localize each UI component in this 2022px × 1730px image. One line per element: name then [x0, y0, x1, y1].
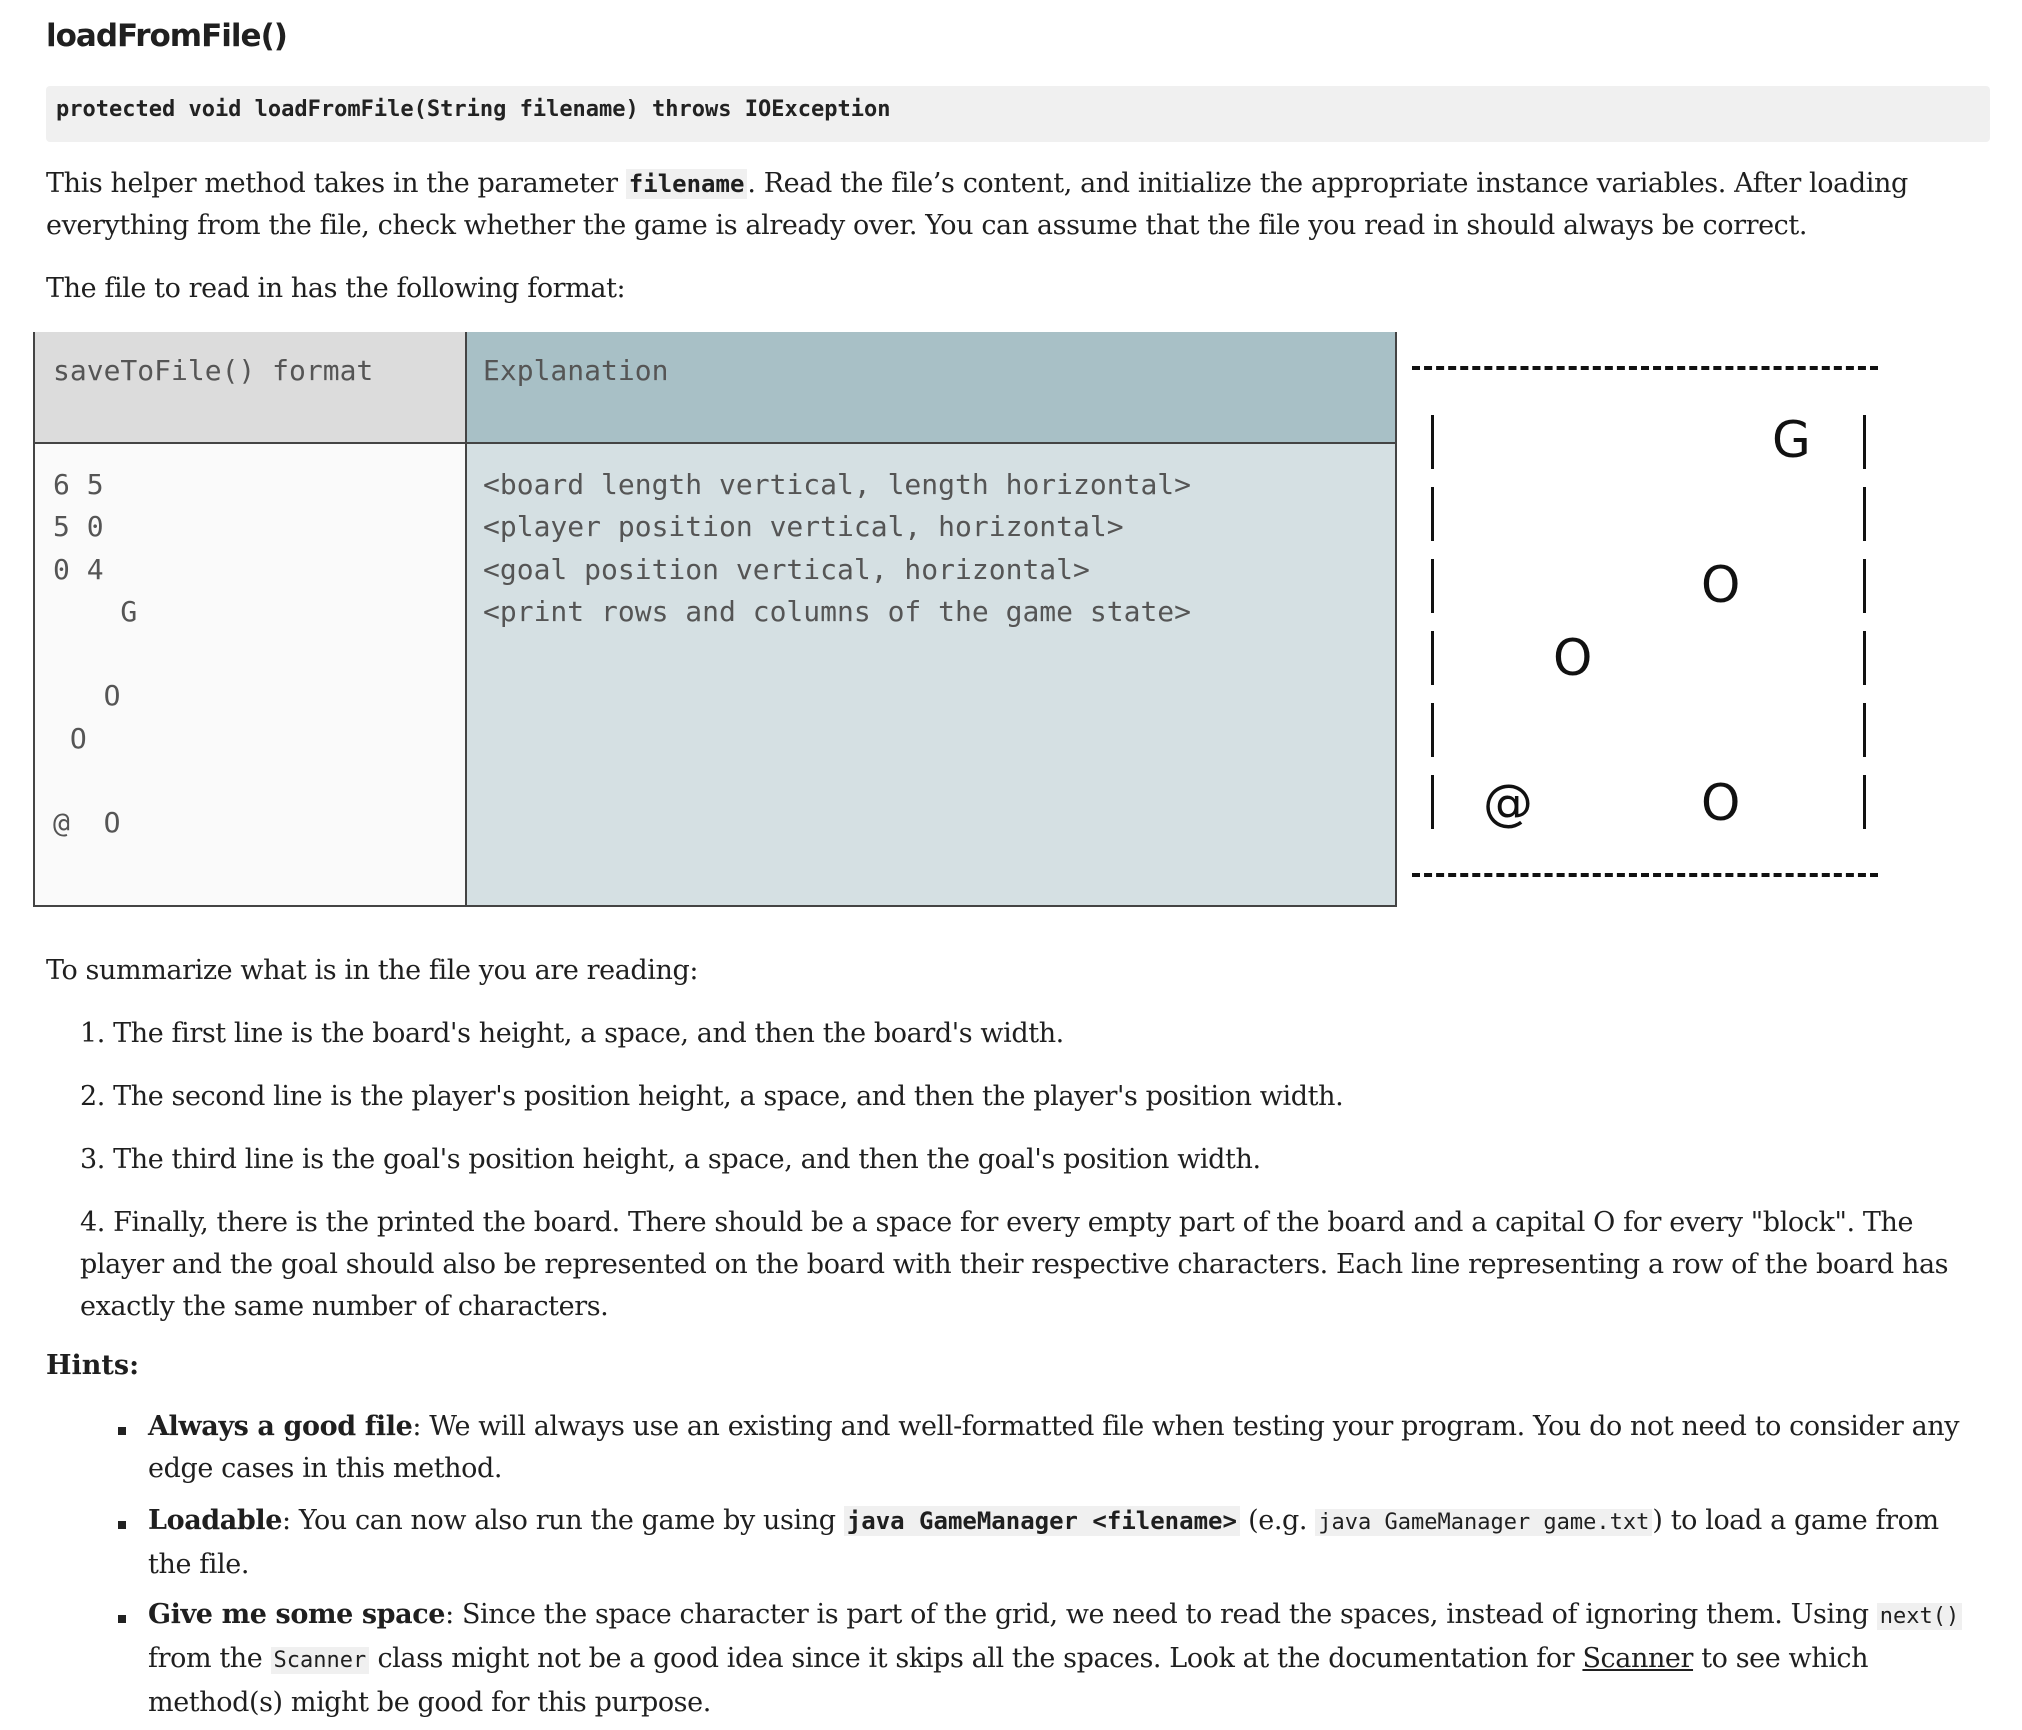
board-block: O: [1701, 774, 1741, 832]
board-bottom-border: [1412, 873, 1878, 877]
hint-item: Always a good file: We will always use a…: [148, 1411, 1960, 1484]
table-header-format: saveToFile() format: [53, 354, 374, 387]
section-title: loadFromFile(): [46, 18, 288, 54]
board-top-border: [1412, 366, 1878, 370]
hint-item: Loadable: You can now also run the game …: [148, 1505, 1939, 1580]
hints-heading: Hints:: [46, 1350, 140, 1381]
scanner-docs-link[interactable]: Scanner: [1582, 1643, 1693, 1674]
list-item: 1. The first line is the board's height,…: [80, 1018, 1064, 1049]
board-goal: G: [1772, 411, 1811, 469]
file-format-example: 6 5 5 0 0 4 G O O @ O: [53, 468, 138, 840]
bullet-icon: [118, 1615, 126, 1623]
board-block: O: [1553, 629, 1593, 687]
list-item: 4. Finally, there is the printed the boa…: [80, 1207, 1949, 1322]
format-line: The file to read in has the following fo…: [46, 273, 626, 304]
table-header-explanation: Explanation: [483, 354, 669, 387]
hint-item: Give me some space: Since the space char…: [148, 1594, 1978, 1724]
bullet-icon: [118, 1427, 126, 1435]
list-item: 2. The second line is the player's posit…: [80, 1081, 1344, 1112]
format-table: saveToFile() format Explanation 6 5 5 0 …: [33, 332, 1397, 907]
param-code: filename: [625, 169, 748, 199]
file-format-explanation: <board length vertical, length horizonta…: [483, 468, 1192, 628]
intro-paragraph: This helper method takes in the paramete…: [46, 168, 1908, 241]
board-block: O: [1701, 556, 1741, 614]
list-item: 3. The third line is the goal's position…: [80, 1144, 1261, 1175]
document-page: loadFromFile() protected void loadFromFi…: [0, 0, 2022, 1730]
board-player: @: [1483, 774, 1533, 832]
summary-intro: To summarize what is in the file you are…: [46, 955, 699, 986]
method-signature: protected void loadFromFile(String filen…: [46, 86, 1990, 142]
game-board-illustration: G O O @ O: [1408, 345, 1878, 885]
bullet-icon: [118, 1521, 126, 1529]
